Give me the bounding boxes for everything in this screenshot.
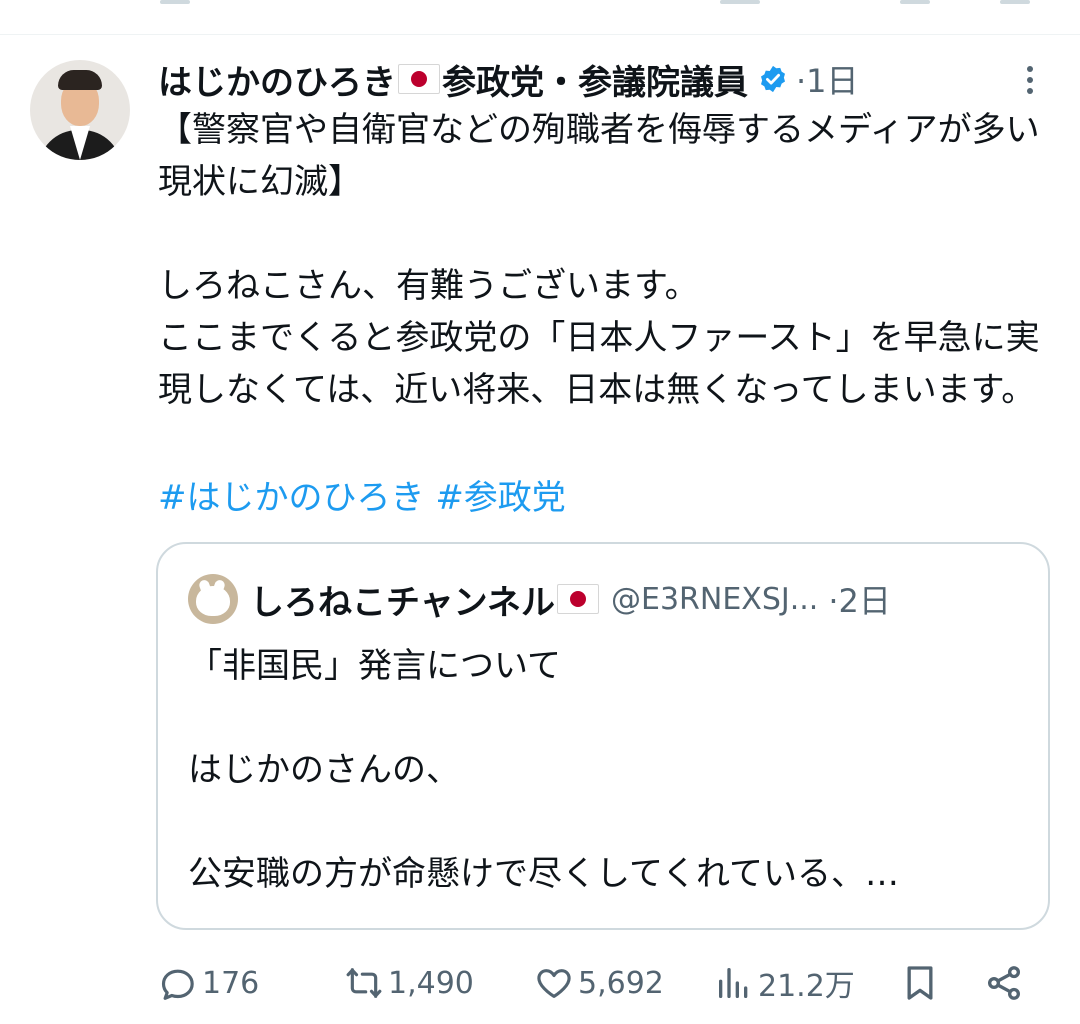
quoted-tweet-card[interactable]: しろねこチャンネル @E3RNEXSJ... ·2日 「非国民」発言について は…: [156, 542, 1050, 930]
post-timestamp[interactable]: ·1日: [796, 56, 859, 102]
repost-button[interactable]: 1,490: [344, 958, 474, 1008]
quote-author-name: しろねこチャンネル: [250, 582, 555, 623]
repost-count: 1,490: [388, 965, 474, 1001]
reply-button[interactable]: 176: [158, 958, 259, 1008]
quote-author-handle: @E3RNEXSJ...: [610, 581, 819, 617]
hashtag-link[interactable]: #参政党: [435, 478, 566, 518]
views-icon: [719, 968, 748, 998]
tweet-header: はじかのひろき 参政党・参議院議員 ·1日: [158, 55, 859, 103]
hashtag-link[interactable]: #はじかのひろき: [158, 478, 425, 518]
verified-badge-icon: [761, 65, 785, 93]
reply-count: 176: [202, 965, 260, 1001]
like-button[interactable]: 5,692: [534, 958, 664, 1008]
share-button[interactable]: [984, 958, 1024, 1008]
quote-timestamp: ·2日: [828, 582, 891, 620]
bookmark-button[interactable]: [900, 958, 940, 1008]
author-name-suffix[interactable]: 参政党・参議院議員: [442, 55, 748, 104]
bookmark-icon: [907, 966, 933, 1000]
quote-body: 「非国民」発言について はじかのさんの、 公安職の方が命懸けで尽くしてくれている…: [188, 646, 899, 894]
views-button[interactable]: 21.2万: [714, 958, 855, 1008]
like-count: 5,692: [578, 965, 664, 1001]
share-icon: [988, 966, 1020, 1000]
more-dots-icon[interactable]: [1018, 62, 1042, 98]
tweet-divider: [0, 34, 1080, 35]
japan-flag-icon: [398, 64, 440, 94]
quote-header: しろねこチャンネル @E3RNEXSJ... ·2日: [250, 572, 891, 626]
hashtag-list: #はじかのひろき #参政党: [158, 472, 566, 524]
repost-icon: [346, 968, 382, 998]
author-display-name[interactable]: はじかのひろき: [158, 55, 396, 104]
previous-tweet-remnant: [0, 0, 1080, 10]
view-count: 21.2万: [758, 969, 855, 1004]
author-avatar[interactable]: [30, 60, 130, 160]
reply-icon: [161, 969, 194, 1000]
japan-flag-icon: [556, 584, 599, 614]
tweet-body: 【警察官や自衛官などの殉職者を侮辱するメディアが多い現状に幻滅】 しろねこさん、…: [158, 110, 1040, 410]
action-bar: 176 1,490 5,692 21.2万: [158, 958, 1038, 1008]
heart-icon: [537, 969, 571, 998]
quote-author-avatar: [188, 574, 238, 624]
